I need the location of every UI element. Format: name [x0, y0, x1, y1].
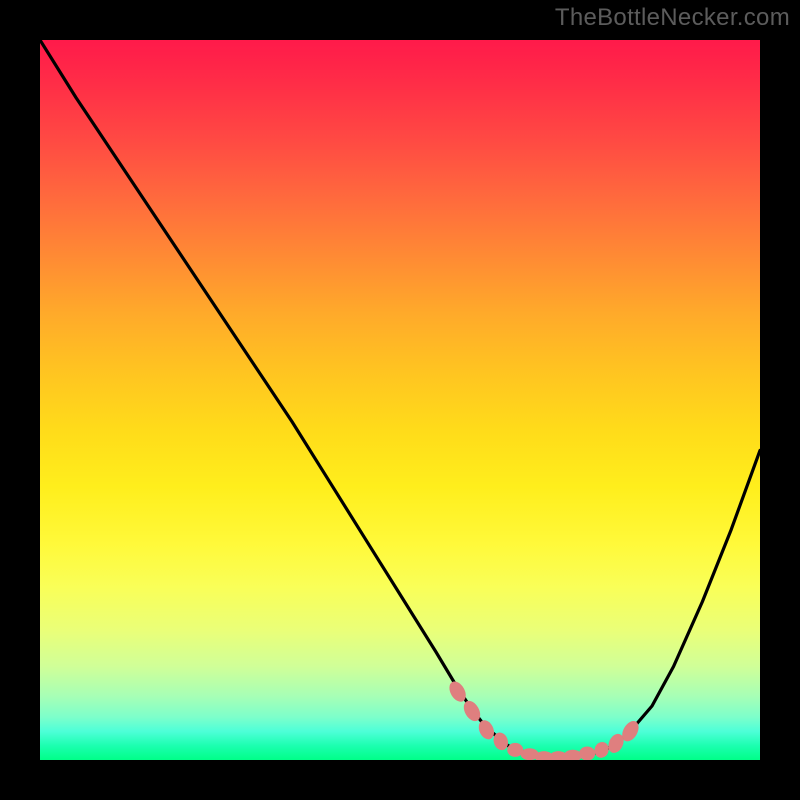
highlight-band: [446, 679, 642, 760]
bottleneck-curve-path: [40, 40, 760, 758]
chart-svg: [40, 40, 760, 760]
watermark-text: TheBottleNecker.com: [555, 4, 790, 32]
chart-frame: TheBottleNecker.com: [0, 0, 800, 800]
plot-area: [40, 40, 760, 760]
